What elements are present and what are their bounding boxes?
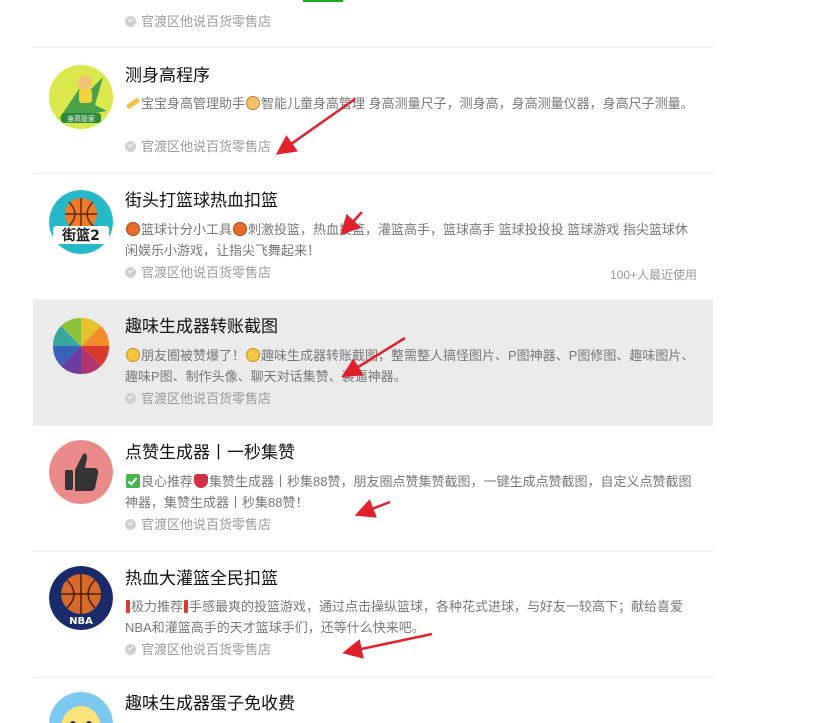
grin-face-icon	[246, 348, 261, 362]
basketball-icon	[126, 222, 140, 236]
list-item[interactable]: 身高管家 测身高程序 宝宝身高管理助手 智能儿童身高管理 身高测量尺子，测身高，身…	[33, 48, 713, 174]
nba-basketball-avatar: NBA	[49, 566, 113, 630]
child-face-icon	[246, 96, 261, 110]
merchant-line: 官渡区他说百货零售店	[125, 13, 271, 31]
exclamation-icon	[126, 600, 130, 613]
mini-program-title: 趣味生成器蛋子免收费	[125, 694, 295, 713]
mini-program-list: 官渡区他说百货零售店 身高管家 测身高程序 宝宝身高管理助手 智能儿童身高管理 身…	[33, 0, 713, 723]
list-item-hovered[interactable]: 趣味生成器转账截图 朋友圈被赞爆了！ 趣味生成器转账截图，整需整人搞怪图片、P图神…	[33, 300, 713, 426]
street-basketball-avatar: 街篮2	[49, 190, 113, 254]
mini-program-title: 热血大灌篮全民扣篮	[125, 569, 278, 588]
color-wheel-avatar	[49, 314, 113, 378]
merchant-line: 官渡区他说百货零售店	[125, 516, 271, 534]
verified-icon	[125, 393, 136, 404]
thumbs-up-avatar	[49, 440, 113, 504]
list-item[interactable]: 点赞生成器丨一秒集赞 良心推荐 集赞生成器丨秒集88赞，朋友圈点赞集赞截图，一键生…	[33, 426, 713, 552]
basketball-icon	[233, 222, 248, 236]
merchant-line: 官渡区他说百货零售店	[125, 641, 271, 659]
grin-face-icon	[126, 348, 140, 362]
cartoon-egg-avatar	[49, 692, 113, 723]
check-mark-icon	[126, 474, 140, 488]
ruler-icon	[125, 97, 141, 110]
height-manager-avatar: 身高管家	[49, 65, 113, 129]
mini-program-description: 极力推荐 手感最爽的投篮游戏，通过点击操纵篮球，各种花式进球，与好友一较高下；献给…	[125, 599, 684, 635]
exclamation-icon	[184, 600, 189, 613]
broken-heart-icon	[194, 474, 209, 488]
list-item[interactable]: NBA 热血大灌篮全民扣篮 极力推荐 手感最爽的投篮游戏，通过点击操纵篮球，各种花…	[33, 552, 713, 678]
mini-program-title: 趣味生成器转账截图	[125, 317, 278, 336]
merchant-line: 官渡区他说百货零售店	[125, 138, 271, 156]
mini-program-description: 宝宝身高管理助手 智能儿童身高管理 身高测量尺子，测身高，身高测量仪器，身高尺子测…	[125, 93, 695, 114]
mini-program-description: 篮球计分小工具 刺激投篮，热血投篮，灌篮高手，篮球高手 篮球投投投 篮球游戏 指尖…	[125, 222, 688, 258]
svg-text:街篮2: 街篮2	[61, 227, 100, 244]
list-item-partial[interactable]: 官渡区他说百货零售店	[33, 0, 713, 48]
merchant-line: 官渡区他说百货零售店	[125, 264, 271, 282]
mini-program-description: 朋友圈被赞爆了！ 趣味生成器转账截图，整需整人搞怪图片、P图神器、P图修图、趣味图…	[125, 348, 695, 384]
mini-program-description: 良心推荐 集赞生成器丨秒集88赞，朋友圈点赞集赞截图，一键生成点赞截图，自定义点赞…	[125, 474, 692, 510]
merchant-line: 官渡区他说百货零售店	[125, 390, 271, 408]
list-item[interactable]: 街篮2 街头打篮球热血扣篮 篮球计分小工具 刺激投篮，热血投篮，灌篮高手，篮球高手…	[33, 174, 713, 300]
svg-text:身高管家: 身高管家	[67, 114, 95, 123]
verified-icon	[125, 141, 136, 152]
mini-program-title: 街头打篮球热血扣篮	[125, 191, 278, 210]
verified-icon	[125, 644, 136, 655]
verified-icon	[125, 519, 136, 530]
verified-icon	[125, 16, 136, 27]
verified-icon	[125, 267, 136, 278]
mini-program-title: 测身高程序	[125, 66, 210, 85]
recent-usage-count: 100+人最近使用	[609, 268, 697, 282]
list-item-partial[interactable]: 趣味生成器蛋子免收费	[33, 678, 713, 723]
svg-text:NBA: NBA	[69, 616, 93, 627]
mini-program-title: 点赞生成器丨一秒集赞	[125, 443, 295, 462]
